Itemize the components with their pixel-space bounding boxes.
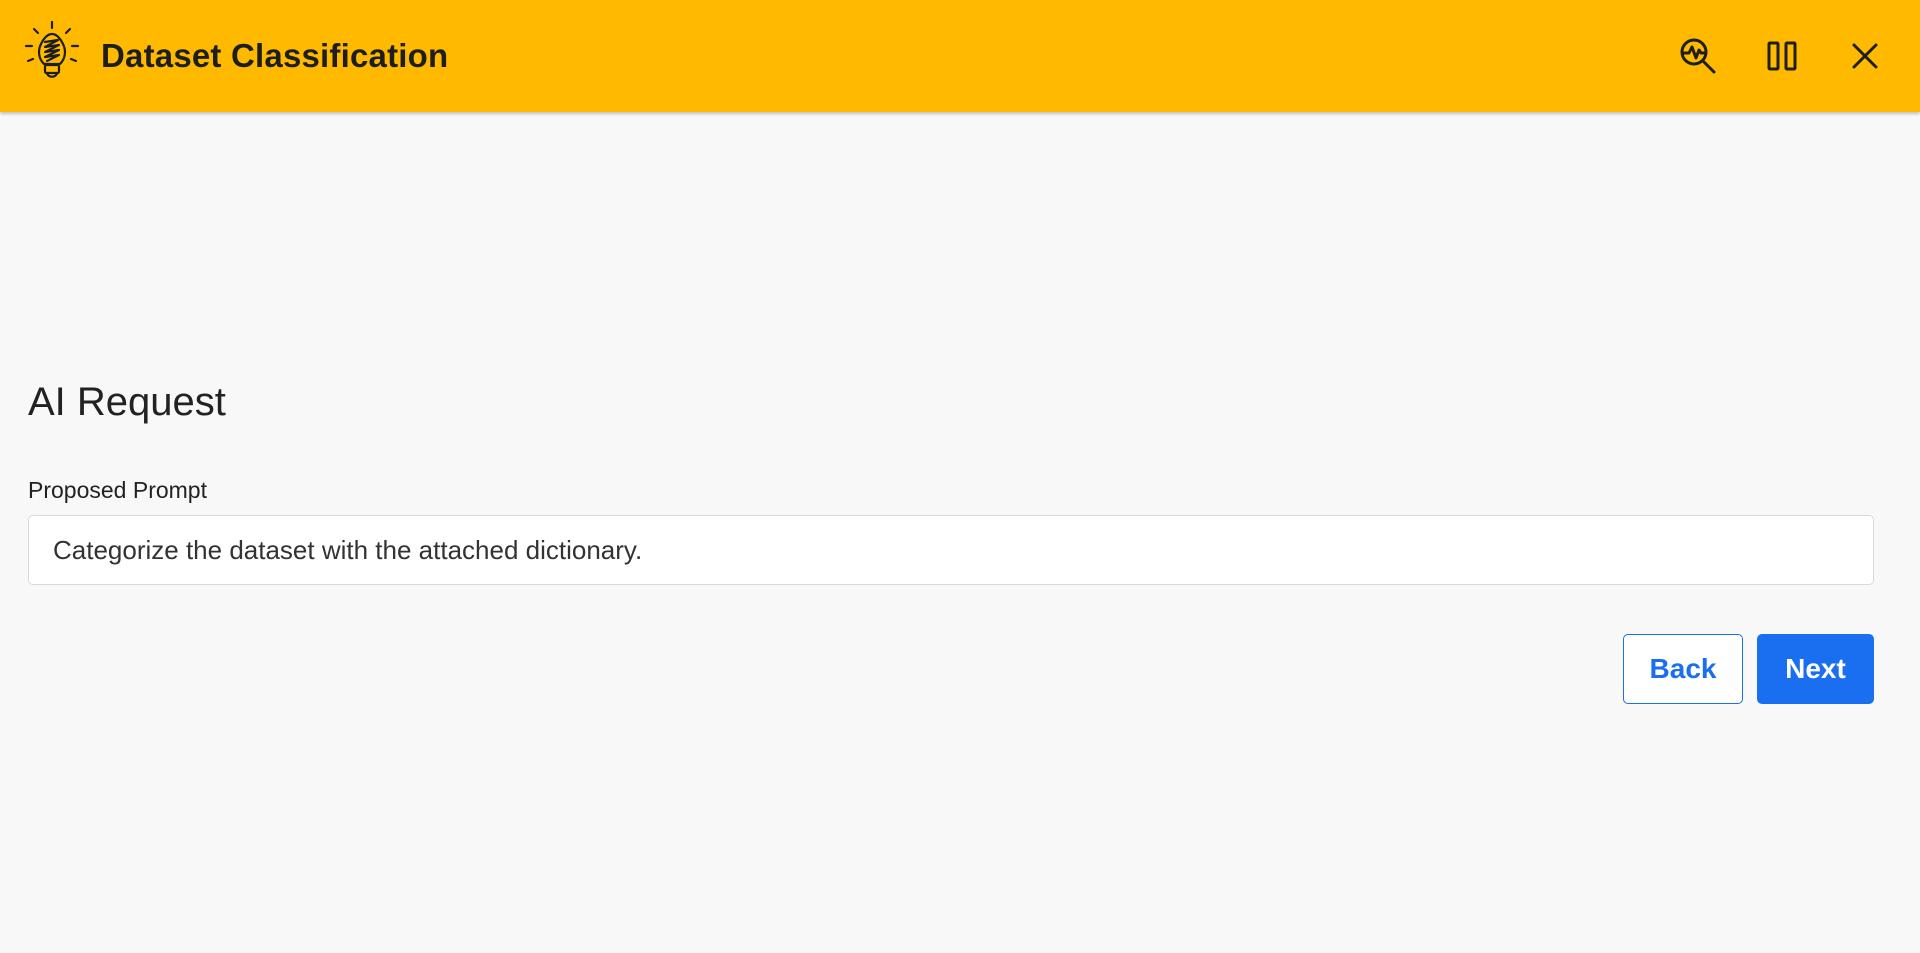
close-icon (1852, 43, 1878, 69)
inspect-icon (1680, 38, 1716, 74)
prompt-input[interactable] (28, 515, 1874, 585)
columns-button[interactable] (1758, 32, 1806, 80)
lightbulb-icon (24, 20, 80, 78)
inspect-button[interactable] (1674, 32, 1722, 80)
back-button[interactable]: Back (1623, 634, 1743, 704)
prompt-label: Proposed Prompt (28, 477, 207, 503)
next-button[interactable]: Next (1757, 634, 1874, 704)
app-title: Dataset Classification (101, 37, 449, 74)
columns-icon (1767, 41, 1797, 71)
section-title: AI Request (28, 380, 226, 424)
close-button[interactable] (1841, 32, 1889, 80)
app-header: Dataset Classification (0, 0, 1920, 112)
